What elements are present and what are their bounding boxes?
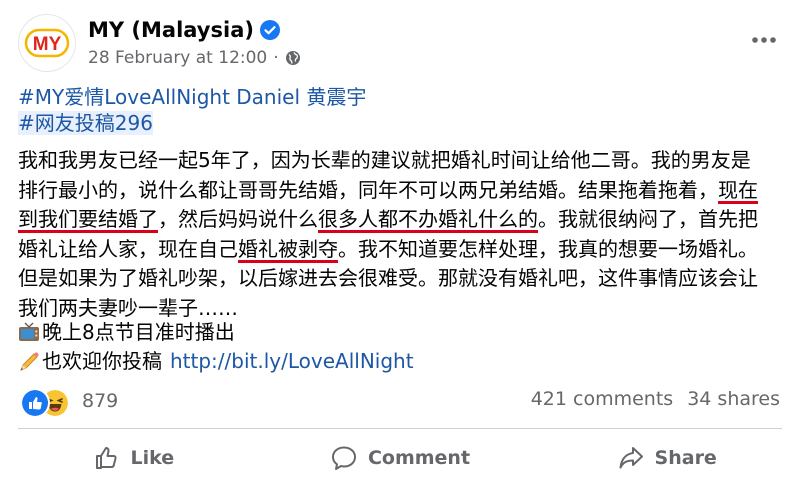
hashtags: #MY爱情LoveAllNight Daniel 黄震宇 #网友投稿296 [18, 84, 366, 136]
page-avatar[interactable]: MY [18, 14, 76, 72]
promo-line-schedule: 晚上8点节目准时播出 [18, 318, 414, 347]
body-text: 但是如果为了婚礼吵架，以后嫁进去会很难受。那就没有婚礼吧，这件事情应该会让 [18, 266, 758, 291]
body-line: 婚礼让给人家，现在自己婚礼被剥夺。我不知道要怎样处理，我真的想要一场婚礼。 [18, 235, 786, 265]
facebook-post: MY MY (Malaysia) 28 February at 12:00 · [0, 0, 800, 486]
submission-link[interactable]: http://bit.ly/LoveAllNight [170, 347, 414, 376]
promo-line-submit: 也欢迎你投稿 http://bit.ly/LoveAllNight [18, 347, 414, 376]
pencil-icon [20, 351, 39, 371]
reaction-count: 879 [82, 390, 119, 412]
share-arrow-icon [619, 447, 643, 469]
more-horizontal-icon [752, 37, 776, 43]
underlined-text: 很多人都不办婚礼什么的 [318, 207, 538, 232]
body-text: 我和我男友已经一起5年了，因为长辈的建议就把婚礼时间让给他二哥。我的男友是 [18, 148, 751, 172]
comment-bubble-icon [331, 446, 356, 470]
reactions-summary[interactable]: 879 [20, 386, 119, 418]
post-meta: 28 February at 12:00 · [88, 48, 301, 68]
thumbs-up-icon [95, 447, 117, 469]
share-button[interactable]: Share [533, 434, 800, 482]
comment-label: Comment [367, 447, 471, 469]
post-actions: Like Comment Share [0, 434, 800, 482]
hashtag-link[interactable]: #MY爱情LoveAllNight Daniel 黄震宇 [18, 84, 366, 110]
body-line: 我和我男友已经一起5年了，因为长辈的建议就把婚礼时间让给他二哥。我的男友是 [18, 146, 786, 176]
like-reaction-icon [20, 388, 50, 418]
body-text: ，然后妈妈说什么 [158, 207, 318, 232]
verified-badge-icon [259, 20, 280, 40]
hashtag-link-highlighted[interactable]: #网友投稿296 [18, 110, 366, 136]
post-body: 我和我男友已经一起5年了，因为长辈的建议就把婚礼时间让给他二哥。我的男友是 排行最… [18, 146, 786, 324]
body-text: 。我不知道要怎样处理，我真的想要一场婚礼。 [338, 236, 758, 261]
underlined-text: 现在 [718, 177, 758, 202]
comments-count-link[interactable]: 421 comments [531, 388, 673, 410]
body-text: 我们两夫妻吵一辈子…… [18, 295, 238, 320]
body-line: 但是如果为了婚礼吵架，以后嫁进去会很难受。那就没有婚礼吧，这件事情应该会让 [18, 264, 786, 294]
more-options-button[interactable] [746, 26, 782, 54]
my-logo-icon: MY [24, 28, 70, 58]
tv-icon [19, 322, 39, 341]
author-name-row: MY (Malaysia) [88, 18, 280, 42]
meta-separator: · [273, 48, 279, 68]
like-button[interactable]: Like [0, 434, 267, 482]
engagement-stats: 421 comments 34 shares [531, 388, 780, 410]
post-promo: 晚上8点节目准时播出 也欢迎你投稿 http://bit.ly/LoveAllN… [18, 318, 414, 376]
underlined-text: 婚礼被剥夺 [238, 236, 338, 261]
globe-icon [285, 51, 300, 65]
comment-button[interactable]: Comment [267, 434, 534, 482]
body-text: 。我就很纳闷了，首先把 [538, 207, 758, 232]
like-label: Like [130, 447, 175, 469]
avatar-text: MY [33, 34, 62, 55]
promo-submit-text: 也欢迎你投稿 [42, 349, 162, 373]
body-line: 到我们要结婚了，然后妈妈说什么很多人都不办婚礼什么的。我就很纳闷了，首先把 [18, 205, 786, 235]
author-name[interactable]: MY (Malaysia) [88, 18, 254, 42]
hashtag-text: #网友投稿296 [18, 111, 153, 135]
share-label: Share [654, 447, 717, 469]
promo-schedule-text: 晚上8点节目准时播出 [42, 320, 235, 344]
post-header: MY MY (Malaysia) 28 February at 12:00 · [18, 14, 782, 74]
body-line: 排行最小的，说什么都让哥哥先结婚，同年不可以两兄弟结婚。结果拖着拖着，现在 [18, 176, 786, 206]
body-text: 婚礼让给人家，现在自己 [18, 236, 238, 261]
divider [18, 428, 782, 429]
body-text: 排行最小的，说什么都让哥哥先结婚，同年不可以两兄弟结婚。结果拖着拖着， [18, 177, 718, 202]
underlined-text: 到我们要结婚了 [18, 207, 158, 232]
post-timestamp[interactable]: 28 February at 12:00 [88, 48, 267, 68]
reaction-icons [20, 386, 70, 418]
shares-count-link[interactable]: 34 shares [687, 388, 780, 410]
